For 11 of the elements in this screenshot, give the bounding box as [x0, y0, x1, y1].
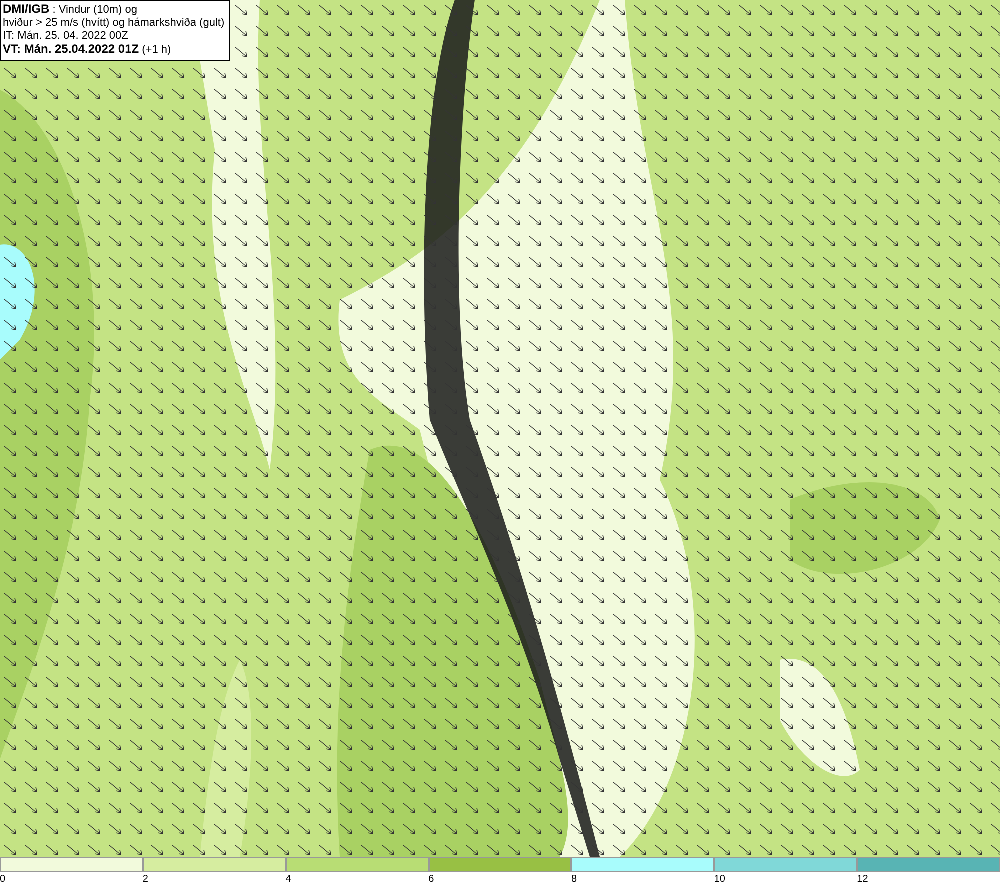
legend-tick-label: 6: [428, 873, 434, 887]
info-text: DMI/IGB : Vindur (10m) og: [3, 3, 139, 17]
legend-tick-label: 0: [0, 873, 6, 887]
info-text: IT: Mán. 25. 04. 2022 00Z: [3, 30, 130, 43]
legend-tick-label: 2: [142, 873, 148, 887]
info-text: VT: Mán. 25.04.2022 01Z (+1 h): [3, 43, 172, 57]
legend-tick-label: 10: [714, 873, 726, 887]
legend-tick-label: 4: [286, 873, 292, 887]
legend-tick-label: 12: [857, 873, 868, 887]
legend-tick-label: 8: [571, 873, 577, 887]
info-text: hviður > 25 m/s (hvítt) og hámarkshviða (gult): [3, 17, 225, 30]
